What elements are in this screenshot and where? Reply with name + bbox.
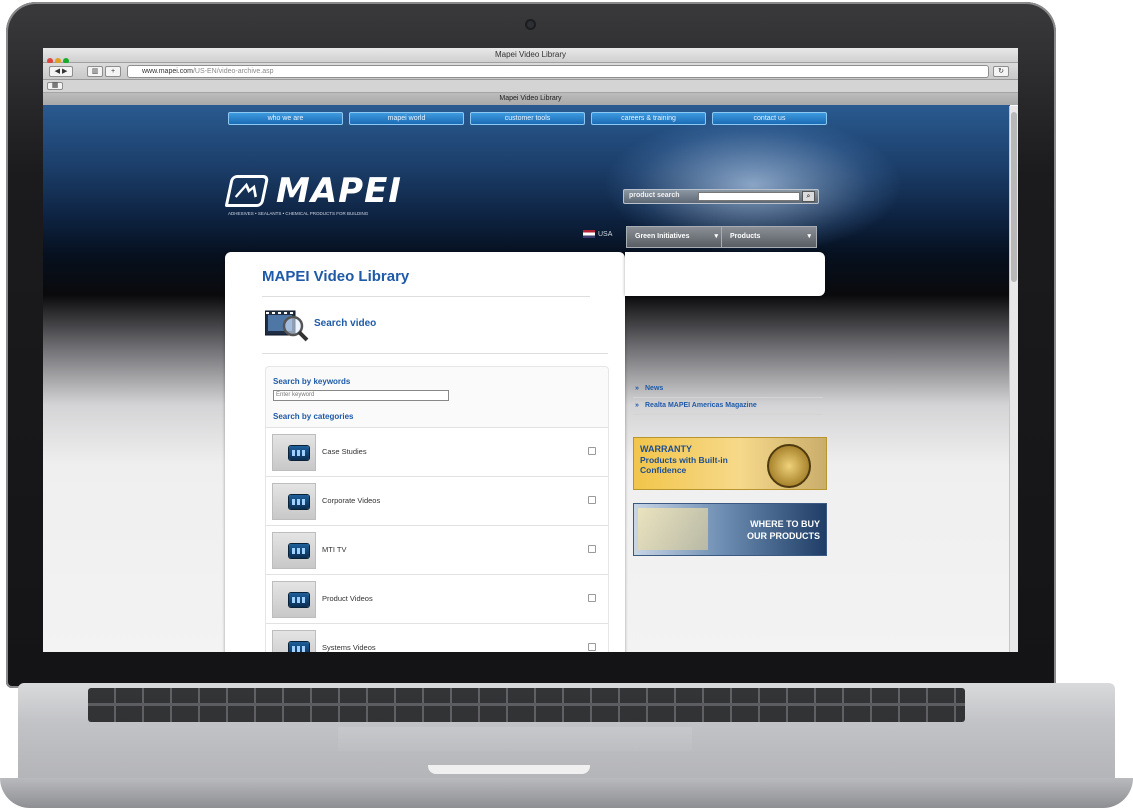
search-icon[interactable]: ⌕: [802, 191, 815, 202]
sidebar-links: News Realta MAPEI Americas Magazine: [633, 381, 823, 415]
video-thumbnail-icon: [272, 434, 316, 471]
category-mti-tv[interactable]: MTI TV: [266, 525, 608, 574]
category-checkbox[interactable]: [588, 545, 596, 553]
bookmarks-icon[interactable]: ▥: [87, 66, 103, 77]
back-forward-buttons[interactable]: ◀ ▶: [49, 66, 73, 77]
warranty-text: Products with Built-in Confidence: [640, 455, 728, 475]
category-checkbox[interactable]: [588, 594, 596, 602]
video-thumbnail-icon: [272, 532, 316, 569]
language-selector[interactable]: USA: [583, 230, 612, 238]
sidebar-link-news[interactable]: News: [633, 381, 823, 398]
browser-toolbar: ◀ ▶ ▥ + www.mapei.com/US-EN/video-archiv…: [43, 63, 1018, 80]
category-checkbox[interactable]: [588, 447, 596, 455]
bookmarks-bar: ▦: [43, 80, 1018, 93]
right-header-panel: [625, 252, 825, 296]
where-to-buy-text: WHERE TO BUY OUR PRODUCTS: [746, 519, 820, 541]
product-search: product search ⌕: [623, 189, 819, 204]
dropdown-green-initiatives[interactable]: Green Initiatives ▾: [626, 226, 724, 248]
tab-bar: Mapei Video Library: [43, 93, 1018, 105]
video-library-panel: MAPEI Video Library Search video Search …: [225, 252, 625, 652]
product-search-label: product search: [629, 192, 680, 199]
search-divider: [262, 353, 608, 354]
search-video-title: Search video: [314, 318, 377, 329]
where-to-buy-banner[interactable]: WHERE TO BUY OUR PRODUCTS: [633, 503, 827, 556]
keywords-label: Search by keywords: [273, 377, 351, 386]
category-label: Systems Videos: [322, 643, 376, 652]
category-label: MTI TV: [322, 545, 347, 554]
search-video-icon: [264, 309, 309, 343]
dropdown-green-initiatives-label: Green Initiatives: [635, 233, 690, 240]
add-icon[interactable]: +: [105, 66, 121, 77]
logo-tagline: ADHESIVES • SEALANTS • CHEMICAL PRODUCTS…: [228, 211, 369, 216]
nav-careers-training[interactable]: careers & training: [591, 112, 706, 125]
page-scrollbar[interactable]: [1009, 106, 1018, 652]
category-case-studies[interactable]: Case Studies: [266, 427, 608, 476]
nav-customer-tools[interactable]: customer tools: [470, 112, 585, 125]
page-title: MAPEI Video Library: [262, 268, 410, 285]
address-bar[interactable]: www.mapei.com/US-EN/video-archive.asp: [127, 65, 989, 78]
map-icon: [638, 508, 708, 550]
category-label: Product Videos: [322, 594, 373, 603]
reload-icon[interactable]: ↻: [993, 66, 1009, 77]
warranty-heading: WARRANTY: [640, 444, 692, 454]
title-divider: [262, 296, 590, 297]
reading-list-icon[interactable]: ▦: [47, 82, 63, 90]
url-host: www.mapei.com: [142, 68, 193, 75]
language-label: USA: [598, 230, 613, 238]
lid-notch: [428, 765, 590, 774]
warranty-banner[interactable]: WARRANTY Products with Built-in Confiden…: [633, 437, 827, 490]
scroll-thumb[interactable]: [1011, 112, 1017, 282]
chevron-down-icon: ▾: [714, 233, 718, 240]
web-page: who we are mapei world customer tools ca…: [43, 105, 1010, 652]
categories-label: Search by categories: [273, 412, 354, 421]
trackpad: [338, 727, 692, 751]
video-thumbnail-icon: [272, 581, 316, 618]
category-label: Corporate Videos: [322, 496, 381, 505]
nav-mapei-world[interactable]: mapei world: [349, 112, 464, 125]
logo-text: MAPEI: [276, 171, 402, 211]
dropdown-products-label: Products: [730, 233, 761, 240]
logo-mark-icon: [224, 175, 270, 207]
screen: Mapei Video Library ◀ ▶ ▥ + www.mapei.co…: [43, 48, 1018, 652]
camera: [527, 21, 534, 28]
video-thumbnail-icon: [272, 630, 316, 652]
keyword-input[interactable]: Enter keyword: [273, 390, 449, 401]
category-systems-videos[interactable]: Systems Videos: [266, 623, 608, 652]
product-search-input[interactable]: [698, 192, 800, 201]
tab-title[interactable]: Mapei Video Library: [43, 95, 1018, 102]
us-flag-icon: [583, 230, 595, 238]
category-corporate-videos[interactable]: Corporate Videos: [266, 476, 608, 525]
category-checkbox[interactable]: [588, 496, 596, 504]
nav-contact-us[interactable]: contact us: [712, 112, 827, 125]
url-path: /US-EN/video-archive.asp: [192, 68, 274, 75]
window-title: Mapei Video Library: [494, 50, 566, 59]
keyboard-row-gap: [88, 703, 965, 706]
video-thumbnail-icon: [272, 483, 316, 520]
category-product-videos[interactable]: Product Videos: [266, 574, 608, 623]
category-label: Case Studies: [322, 447, 367, 456]
sidebar-link-magazine[interactable]: Realta MAPEI Americas Magazine: [633, 398, 823, 415]
laptop-front-edge: [0, 778, 1133, 808]
dropdown-products[interactable]: Products ▾: [721, 226, 817, 248]
category-checkbox[interactable]: [588, 643, 596, 651]
medal-icon: [767, 444, 811, 488]
chevron-down-icon: ▾: [807, 233, 811, 240]
search-form: Search by keywords Enter keyword Search …: [265, 366, 609, 652]
nav-who-we-are[interactable]: who we are: [228, 112, 343, 125]
window-titlebar: Mapei Video Library: [43, 48, 1018, 64]
